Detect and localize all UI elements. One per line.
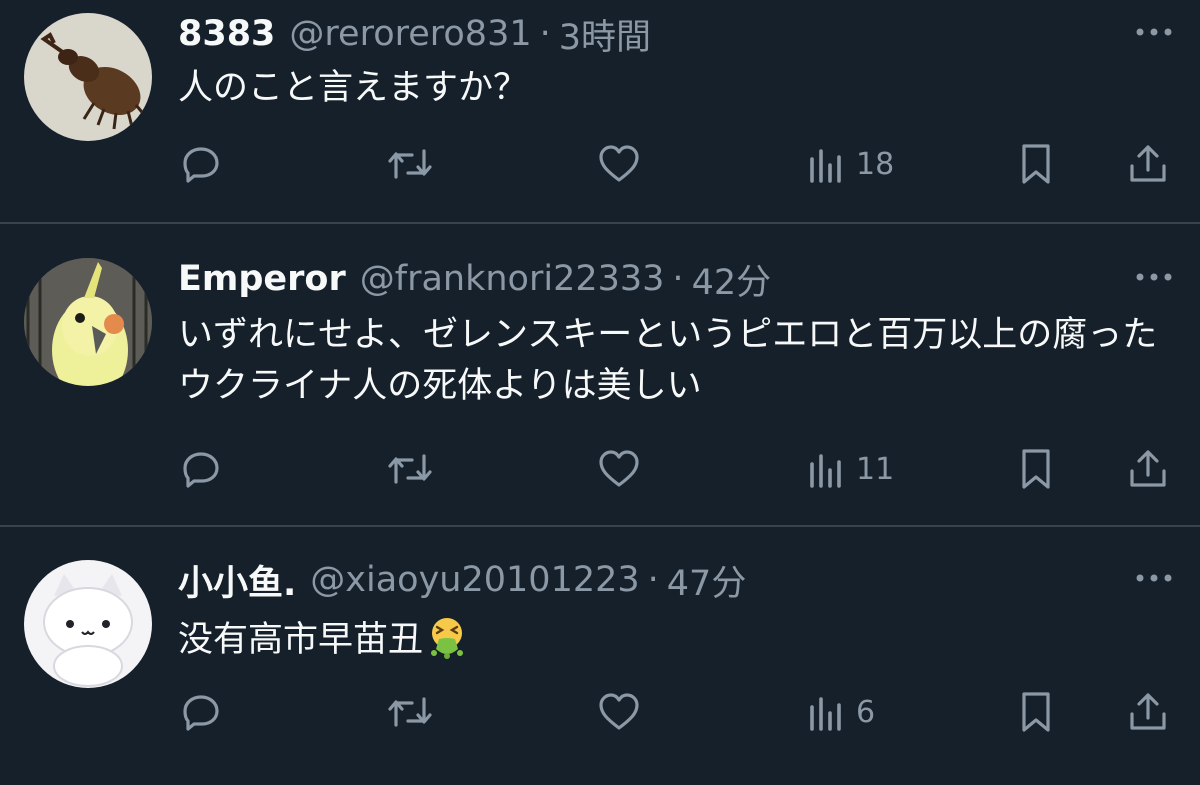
- share-icon: [1130, 450, 1166, 487]
- tweet-1[interactable]: 8383 @rerorero831 · 3時間 人のこと言えますか？ 18: [0, 0, 1200, 222]
- avatar[interactable]: [24, 13, 152, 141]
- reply-icon: [183, 147, 219, 183]
- reply-icon: [183, 695, 219, 731]
- more-icon[interactable]: [1130, 558, 1178, 598]
- timestamp[interactable]: 47分: [667, 555, 747, 606]
- share-button[interactable]: [1126, 687, 1170, 737]
- more-icon[interactable]: [1130, 12, 1178, 52]
- reply-button[interactable]: [180, 687, 222, 737]
- display-name[interactable]: 8383: [178, 14, 275, 54]
- bookmark-button[interactable]: [1017, 139, 1055, 189]
- views-count: 6: [856, 694, 876, 730]
- bookmark-icon: [1022, 692, 1050, 732]
- views-icon: [810, 697, 841, 731]
- tweet-header: 8383 @rerorero831 · 3時間: [178, 9, 651, 59]
- avatar[interactable]: [24, 560, 152, 688]
- timestamp[interactable]: 3時間: [559, 9, 651, 60]
- retweet-button[interactable]: [386, 687, 434, 737]
- user-handle[interactable]: @rerorero831: [289, 14, 531, 54]
- reply-button[interactable]: [180, 139, 222, 189]
- like-button[interactable]: [597, 687, 641, 737]
- face-vomiting-emoji: [425, 615, 469, 659]
- separator: ·: [672, 259, 684, 299]
- white-cat-avatar-image: [24, 560, 152, 688]
- action-bar: 6: [0, 687, 1200, 737]
- views-button[interactable]: 6: [806, 687, 875, 737]
- share-button[interactable]: [1126, 444, 1170, 494]
- more-icon[interactable]: [1130, 257, 1178, 297]
- views-count: 18: [856, 146, 895, 182]
- tweet-text: 人のこと言えますか？: [178, 68, 529, 108]
- retweet-button[interactable]: [386, 444, 434, 494]
- action-bar: 11: [0, 444, 1200, 494]
- share-button[interactable]: [1126, 139, 1170, 189]
- tweet-text: 没有高市早苗丑: [178, 615, 1168, 666]
- like-button[interactable]: [597, 444, 641, 494]
- display-name[interactable]: Emperor: [178, 259, 346, 299]
- avatar[interactable]: [24, 258, 152, 386]
- bookmark-button[interactable]: [1017, 687, 1055, 737]
- views-icon: [810, 454, 841, 488]
- like-icon: [599, 450, 639, 487]
- tweet-2[interactable]: Emperor @franknori22333 · 42分 いずれにせよ、ゼレン…: [0, 224, 1200, 525]
- beetle-avatar-image: [24, 13, 152, 141]
- like-icon: [599, 693, 639, 730]
- views-button[interactable]: 11: [806, 444, 894, 494]
- retweet-icon: [388, 454, 432, 484]
- tweet-header: Emperor @franknori22333 · 42分: [178, 254, 771, 304]
- bookmark-button[interactable]: [1017, 444, 1055, 494]
- user-handle[interactable]: @xiaoyu20101223: [310, 560, 639, 600]
- separator: ·: [539, 14, 551, 54]
- share-icon: [1130, 145, 1166, 182]
- tweet-3[interactable]: 小小鱼. @xiaoyu20101223 · 47分 没有高市早苗丑 6: [0, 527, 1200, 785]
- separator: ·: [647, 560, 659, 600]
- tweet-text-content: 没有高市早苗丑: [178, 620, 424, 660]
- retweet-icon: [388, 149, 432, 179]
- tweet-text: いずれにせよ、ゼレンスキーというピエロと百万以上の腐ったウクライナ人の死体よりは…: [178, 315, 1158, 406]
- reply-icon: [183, 452, 219, 488]
- retweet-icon: [388, 697, 432, 727]
- like-button[interactable]: [597, 139, 641, 189]
- bookmark-icon: [1022, 144, 1050, 184]
- timestamp[interactable]: 42分: [692, 254, 772, 305]
- action-bar: 18: [0, 139, 1200, 189]
- views-button[interactable]: 18: [806, 139, 894, 189]
- tweet-header: 小小鱼. @xiaoyu20101223 · 47分: [178, 555, 746, 605]
- views-count: 11: [856, 451, 895, 487]
- cockatiel-avatar-image: [24, 258, 152, 386]
- like-icon: [599, 145, 639, 182]
- retweet-button[interactable]: [386, 139, 434, 189]
- user-handle[interactable]: @franknori22333: [360, 259, 665, 299]
- reply-button[interactable]: [180, 444, 222, 494]
- display-name[interactable]: 小小鱼.: [178, 555, 296, 606]
- share-icon: [1130, 693, 1166, 730]
- views-icon: [810, 149, 841, 183]
- bookmark-icon: [1022, 449, 1050, 489]
